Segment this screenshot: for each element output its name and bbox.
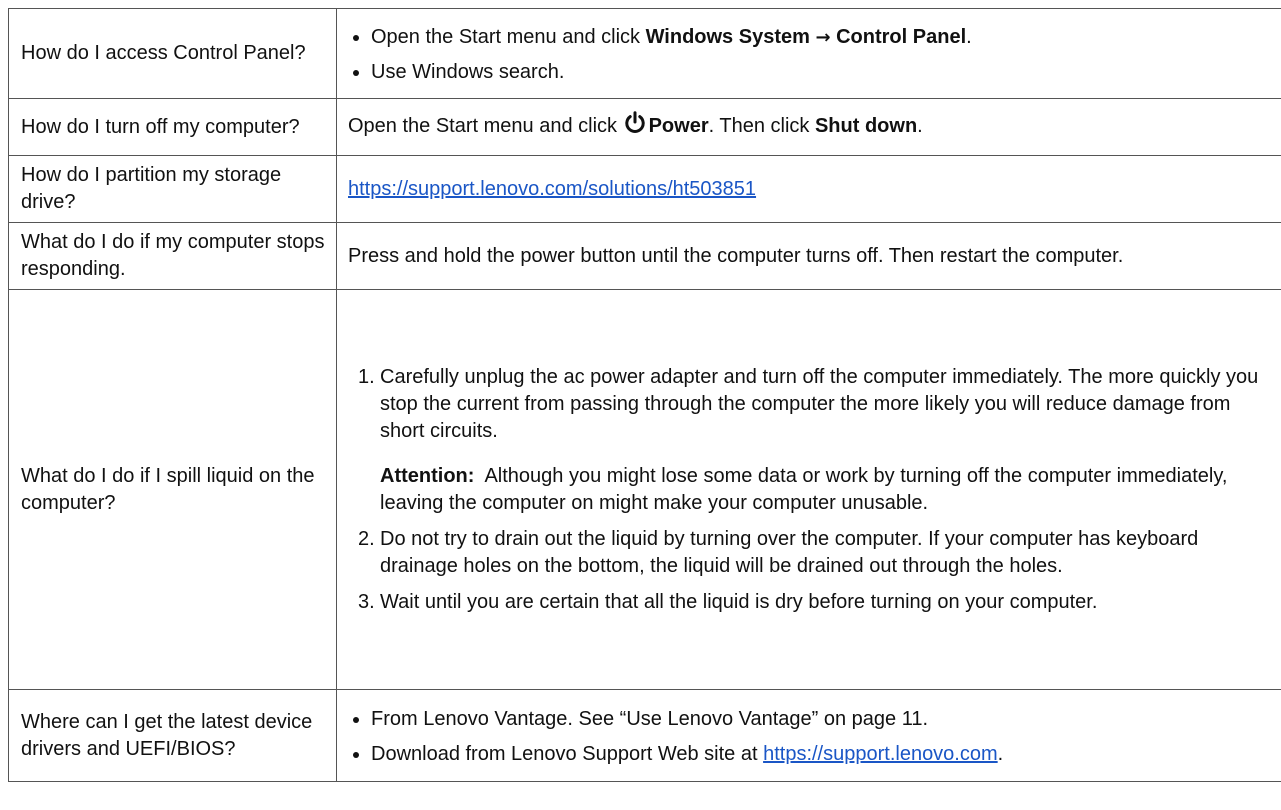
question-cell: Where can I get the latest device driver…: [8, 689, 337, 782]
attention-note: Attention: Although you might lose some …: [380, 464, 1228, 514]
question-cell: How do I partition my storage drive?: [8, 155, 337, 223]
table-row: Where can I get the latest device driver…: [8, 689, 1281, 782]
list-item: Use Windows search.: [348, 59, 1271, 86]
list-item: Download from Lenovo Support Web site at…: [348, 741, 1271, 768]
list-item: Open the Start menu and click Windows Sy…: [348, 24, 1271, 51]
answer-cell: Press and hold the power button until th…: [336, 222, 1281, 290]
faq-table: How do I access Control Panel? Open the …: [8, 8, 1281, 782]
question-cell: How do I turn off my computer?: [8, 98, 337, 156]
table-row: How do I partition my storage drive? htt…: [8, 155, 1281, 223]
bullet-icon: [353, 752, 359, 758]
answer-cell: 1. Carefully unplug the ac power adapter…: [336, 289, 1281, 690]
question-cell: What do I do if my computer stops respon…: [8, 222, 337, 290]
lenovo-support-link[interactable]: https://support.lenovo.com: [763, 743, 998, 765]
table-row: How do I turn off my computer? Open the …: [8, 98, 1281, 156]
answer-cell: Open the Start menu and click Windows Sy…: [336, 8, 1281, 99]
bullet-list: Open the Start menu and click Windows Sy…: [348, 24, 1271, 86]
arrow-right-icon: →: [815, 27, 831, 48]
answer-cell: From Lenovo Vantage. See “Use Lenovo Van…: [336, 689, 1281, 782]
step-list: 1. Carefully unplug the ac power adapter…: [348, 364, 1271, 616]
table-row: What do I do if I spill liquid on the co…: [8, 289, 1281, 690]
answer-cell: https://support.lenovo.com/solutions/ht5…: [336, 155, 1281, 223]
table-row: How do I access Control Panel? Open the …: [8, 8, 1281, 99]
list-item: From Lenovo Vantage. See “Use Lenovo Van…: [348, 706, 1271, 733]
list-item: 1. Carefully unplug the ac power adapter…: [348, 364, 1271, 517]
support-link[interactable]: https://support.lenovo.com/solutions/ht5…: [348, 178, 756, 200]
bullet-list: From Lenovo Vantage. See “Use Lenovo Van…: [348, 706, 1271, 768]
bullet-icon: [353, 70, 359, 76]
question-cell: How do I access Control Panel?: [8, 8, 337, 99]
bullet-icon: [353, 35, 359, 41]
bullet-icon: [353, 717, 359, 723]
power-icon: [623, 111, 647, 143]
table-row: What do I do if my computer stops respon…: [8, 222, 1281, 290]
question-cell: What do I do if I spill liquid on the co…: [8, 289, 337, 690]
answer-cell: Open the Start menu and click Power. The…: [336, 98, 1281, 156]
list-item: 2. Do not try to drain out the liquid by …: [358, 527, 1199, 577]
list-item: 3. Wait until you are certain that all th…: [358, 590, 1098, 613]
